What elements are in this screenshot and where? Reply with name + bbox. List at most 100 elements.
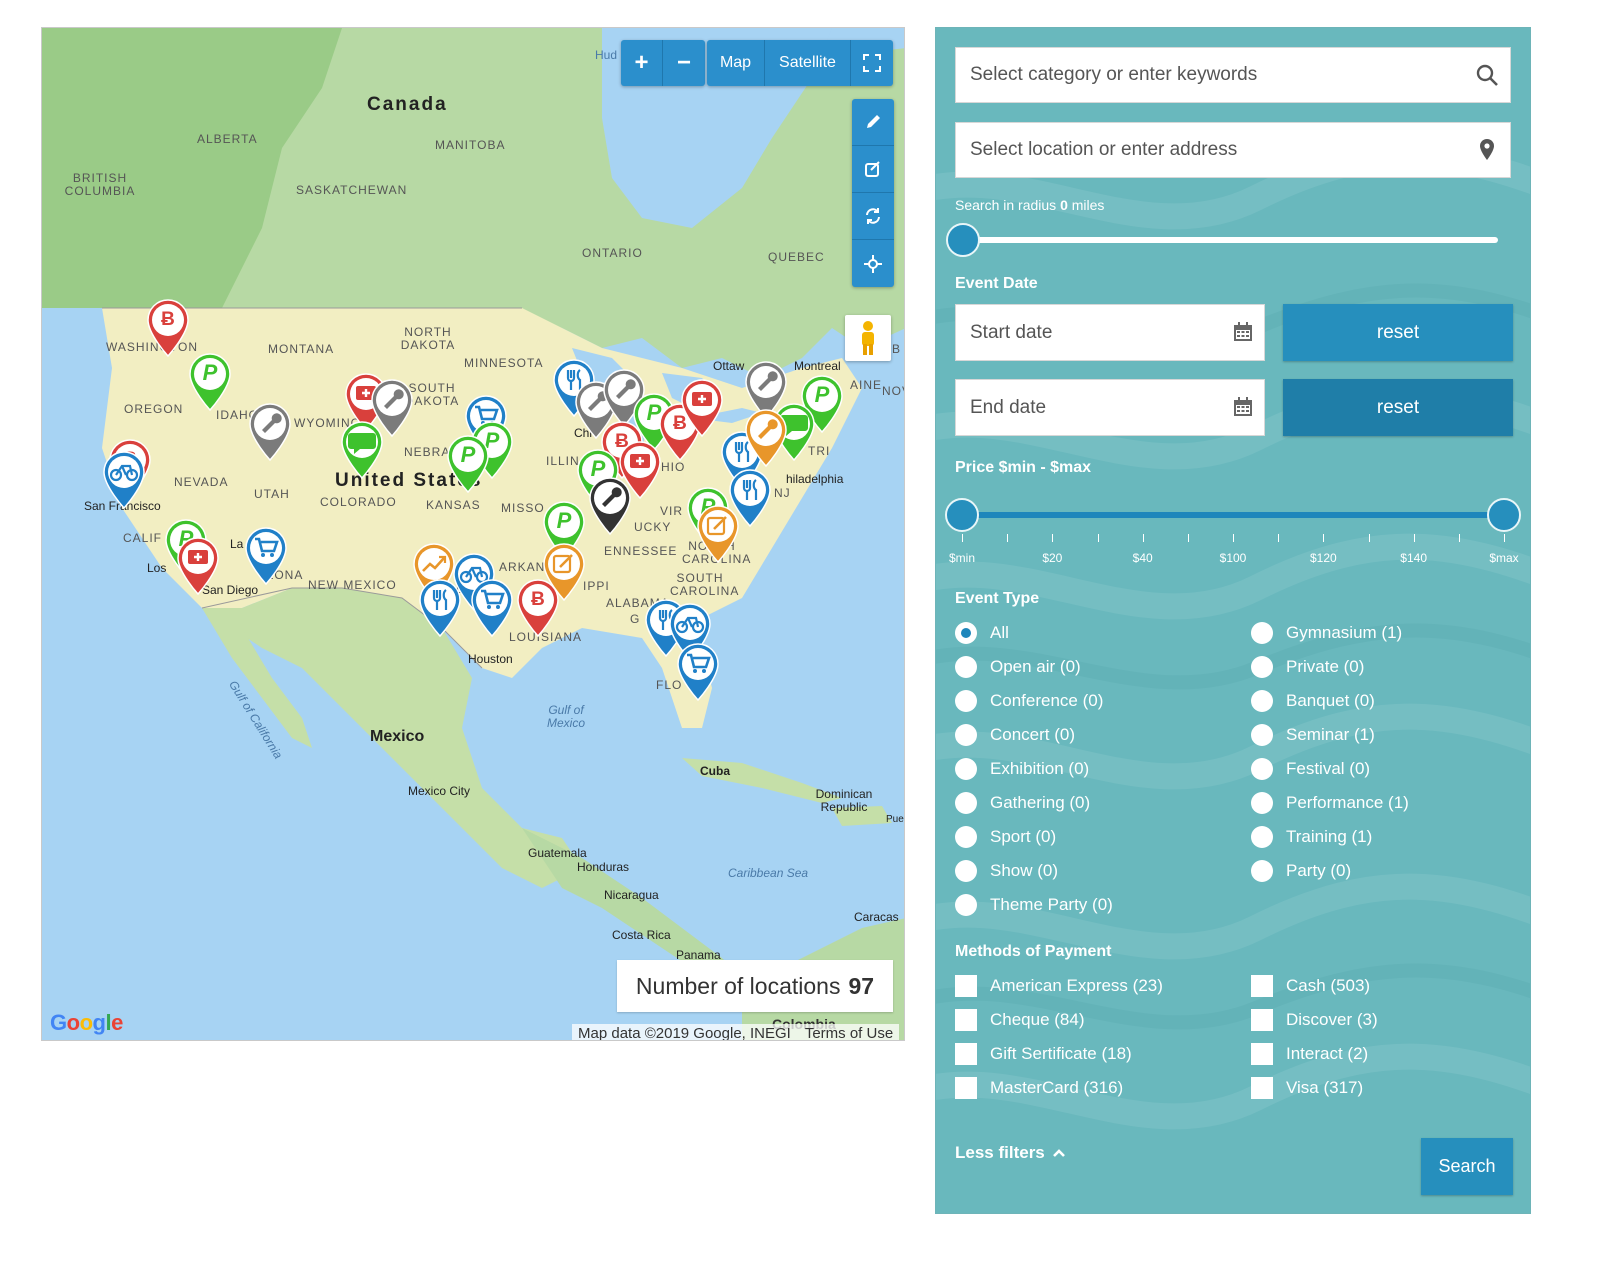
radio-button[interactable]	[1251, 860, 1273, 882]
radio-button[interactable]	[955, 724, 977, 746]
payment-option[interactable]: Discover (3)	[1251, 1009, 1378, 1031]
location-count-label: Number of locations	[635, 972, 841, 999]
google-logo: Google	[50, 1010, 123, 1035]
map-marker[interactable]	[416, 576, 464, 638]
map-marker[interactable]: Ƀ	[514, 576, 562, 638]
event-type-option[interactable]: Banquet (0)	[1251, 690, 1375, 712]
event-type-option[interactable]: Concert (0)	[955, 724, 1075, 746]
radio-button[interactable]	[955, 792, 977, 814]
price-min-handle[interactable]	[945, 498, 979, 532]
radio-button[interactable]	[1251, 758, 1273, 780]
event-type-option[interactable]: Show (0)	[955, 860, 1058, 882]
radius-slider-handle[interactable]	[946, 223, 980, 257]
map-marker[interactable]	[100, 448, 148, 510]
map-marker[interactable]	[242, 524, 290, 586]
event-type-option[interactable]: Exhibition (0)	[955, 758, 1089, 780]
refresh-button[interactable]	[852, 193, 894, 240]
price-tick-mark	[1187, 534, 1189, 542]
checkbox[interactable]	[1251, 1077, 1273, 1099]
checkbox[interactable]	[1251, 1009, 1273, 1031]
keyword-placeholder: Select category or enter keywords	[970, 64, 1258, 85]
label-b: B	[892, 342, 902, 356]
map-marker[interactable]: P	[186, 350, 234, 412]
start-date-input[interactable]: Start date	[955, 304, 1265, 361]
map-type-map-button[interactable]: Map	[707, 40, 765, 86]
map-view[interactable]: Canada ALBERTA BRITISH COLUMBIA MANITOBA…	[41, 27, 905, 1041]
label-dominican-republic: Dominican Republic	[815, 787, 873, 814]
event-type-option[interactable]: Theme Party (0)	[955, 894, 1113, 916]
street-view-pegman[interactable]	[845, 315, 891, 361]
payment-option[interactable]: MasterCard (316)	[955, 1077, 1123, 1099]
radius-slider-track[interactable]	[962, 237, 1498, 243]
terms-link[interactable]: Terms of Use	[805, 1025, 893, 1041]
end-date-input[interactable]: End date	[955, 379, 1265, 436]
payment-option[interactable]: American Express (23)	[955, 975, 1163, 997]
payment-option[interactable]: Cash (503)	[1251, 975, 1370, 997]
keyword-input[interactable]: Select category or enter keywords	[955, 47, 1511, 103]
edit-shape-button[interactable]	[852, 146, 894, 193]
checkbox[interactable]	[955, 1077, 977, 1099]
event-type-option[interactable]: Seminar (1)	[1251, 724, 1375, 746]
radio-button[interactable]	[1251, 792, 1273, 814]
radio-button[interactable]	[955, 826, 977, 848]
map-marker[interactable]	[338, 418, 386, 480]
event-type-option[interactable]: Gymnasium (1)	[1251, 622, 1402, 644]
map-marker[interactable]	[246, 400, 294, 462]
map-marker[interactable]	[674, 640, 722, 702]
radio-button[interactable]	[1251, 690, 1273, 712]
radio-button[interactable]	[1251, 622, 1273, 644]
event-type-option[interactable]: Gathering (0)	[955, 792, 1090, 814]
payment-option[interactable]: Visa (317)	[1251, 1077, 1363, 1099]
checkbox[interactable]	[955, 975, 977, 997]
event-type-option[interactable]: Party (0)	[1251, 860, 1351, 882]
reset-end-date-button[interactable]: reset	[1283, 379, 1513, 436]
checkbox[interactable]	[955, 1043, 977, 1065]
event-type-option[interactable]: Performance (1)	[1251, 792, 1409, 814]
radio-button[interactable]	[955, 860, 977, 882]
fullscreen-button[interactable]	[851, 40, 893, 86]
event-type-option[interactable]: Private (0)	[1251, 656, 1364, 678]
event-type-option[interactable]: Festival (0)	[1251, 758, 1370, 780]
radio-button[interactable]	[1251, 724, 1273, 746]
label-caribbean-sea: Caribbean Sea	[728, 866, 809, 880]
map-marker[interactable]	[468, 576, 516, 638]
map-marker[interactable]: Ƀ	[144, 296, 192, 358]
payment-option[interactable]: Gift Sertificate (18)	[955, 1043, 1132, 1065]
checkbox[interactable]	[955, 1009, 977, 1031]
map-marker[interactable]	[694, 502, 742, 564]
map-marker[interactable]	[742, 406, 790, 468]
event-type-option[interactable]: Conference (0)	[955, 690, 1103, 712]
checkbox[interactable]	[1251, 975, 1273, 997]
map-marker[interactable]	[586, 474, 634, 536]
event-type-label: Event Type	[955, 590, 1040, 607]
less-filters-toggle[interactable]: Less filters	[955, 1143, 1065, 1163]
event-type-option[interactable]: Sport (0)	[955, 826, 1056, 848]
location-input[interactable]: Select location or enter address	[955, 122, 1511, 178]
radio-button[interactable]	[955, 622, 977, 644]
map-type-satellite-button[interactable]: Satellite	[765, 40, 851, 86]
event-type-option[interactable]: Training (1)	[1251, 826, 1372, 848]
map-marker[interactable]	[174, 534, 222, 596]
zoom-in-button[interactable]: +	[621, 40, 663, 86]
draw-button[interactable]	[852, 99, 894, 146]
price-slider-track[interactable]	[962, 512, 1504, 518]
radio-button[interactable]	[955, 690, 977, 712]
checkbox[interactable]	[1251, 1043, 1273, 1065]
payment-option[interactable]: Interact (2)	[1251, 1043, 1368, 1065]
price-max-handle[interactable]	[1487, 498, 1521, 532]
search-button[interactable]: Search	[1421, 1138, 1513, 1195]
zoom-out-button[interactable]: −	[663, 40, 705, 86]
event-type-option[interactable]: All	[955, 622, 1009, 644]
marker-pin-icon	[589, 477, 631, 536]
reset-start-date-button[interactable]: reset	[1283, 304, 1513, 361]
map-marker[interactable]: P	[444, 432, 492, 494]
radio-button[interactable]	[955, 758, 977, 780]
event-type-option[interactable]: Open air (0)	[955, 656, 1081, 678]
locate-button[interactable]	[852, 240, 894, 287]
radio-button[interactable]	[955, 656, 977, 678]
payment-label: Visa (317)	[1286, 1078, 1364, 1097]
radio-button[interactable]	[955, 894, 977, 916]
radio-button[interactable]	[1251, 656, 1273, 678]
payment-option[interactable]: Cheque (84)	[955, 1009, 1085, 1031]
radio-button[interactable]	[1251, 826, 1273, 848]
